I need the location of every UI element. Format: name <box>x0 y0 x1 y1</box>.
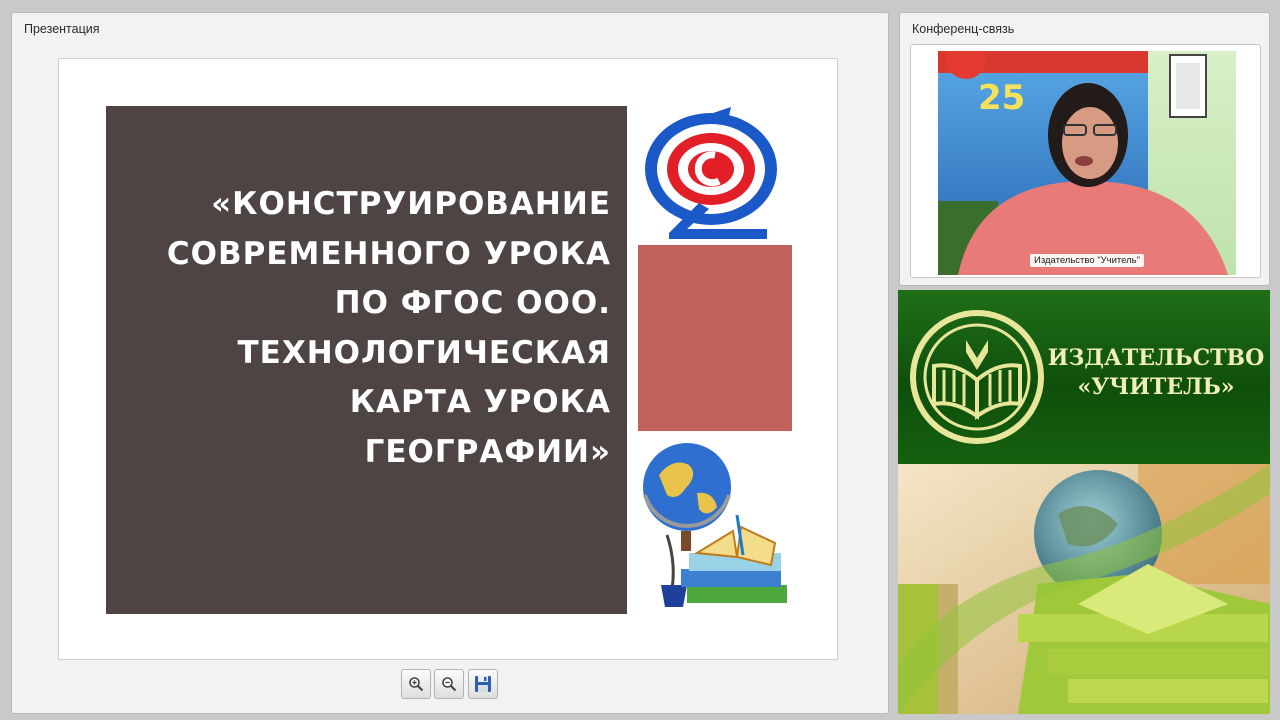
slide-accent-square <box>638 245 792 431</box>
video-caption: Издательство "Учитель" <box>1029 254 1144 267</box>
books-globe-icon <box>898 464 1270 714</box>
zoom-out-button[interactable] <box>434 669 464 699</box>
presentation-panel-title: Презентация <box>24 22 100 36</box>
globe-books-icon <box>643 443 787 607</box>
books-globe-image <box>898 464 1270 714</box>
banner-line-2: «УЧИТЕЛЬ» <box>1077 374 1235 400</box>
zoom-out-icon <box>442 677 457 692</box>
slide-title-line: ТЕХНОЛОГИЧЕСКАЯ <box>237 334 611 371</box>
slide-title-line: ПО ФГОС ООО. <box>334 285 611 321</box>
slide-title-line: КАРТА УРОКА <box>349 384 611 420</box>
poster-text: 25 <box>978 78 1025 118</box>
banner-text: ИЗДАТЕЛЬСТВО «УЧИТЕЛЬ» <box>1046 344 1266 402</box>
zoom-in-button[interactable] <box>401 669 431 699</box>
zoom-in-icon <box>409 677 424 692</box>
conference-panel-title: Конференц-связь <box>912 22 1015 36</box>
publisher-emblem-icon <box>910 310 1044 444</box>
publisher-logo-icon <box>645 107 777 239</box>
presentation-panel: Презентация «КОНСТРУИРОВАНИЕ СОВРЕМЕННОГ… <box>11 12 889 714</box>
presenter-video-icon: 25 <box>938 51 1236 275</box>
banner-line-1: ИЗДАТЕЛЬСТВО <box>1047 345 1265 371</box>
save-button[interactable] <box>468 669 498 699</box>
slide-title: «КОНСТРУИРОВАНИЕ СОВРЕМЕННОГО УРОКА ПО Ф… <box>131 180 611 477</box>
webcam-video[interactable]: 25 Издательство "Учитель" <box>938 51 1236 275</box>
presentation-slide: «КОНСТРУИРОВАНИЕ СОВРЕМЕННОГО УРОКА ПО Ф… <box>58 58 838 660</box>
slide-title-line: ГЕОГРАФИИ» <box>364 433 611 470</box>
slide-title-line: «КОНСТРУИРОВАНИЕ <box>211 186 611 222</box>
video-frame: 25 Издательство "Учитель" <box>910 44 1261 278</box>
publisher-banner: ИЗДАТЕЛЬСТВО «УЧИТЕЛЬ» <box>898 290 1270 464</box>
slide-title-box: «КОНСТРУИРОВАНИЕ СОВРЕМЕННОГО УРОКА ПО Ф… <box>106 106 627 614</box>
slide-title-line: СОВРЕМЕННОГО УРОКА <box>166 235 611 272</box>
conference-panel: Конференц-связь 25 Издательство "Учитель… <box>899 12 1270 286</box>
save-icon <box>475 676 491 692</box>
